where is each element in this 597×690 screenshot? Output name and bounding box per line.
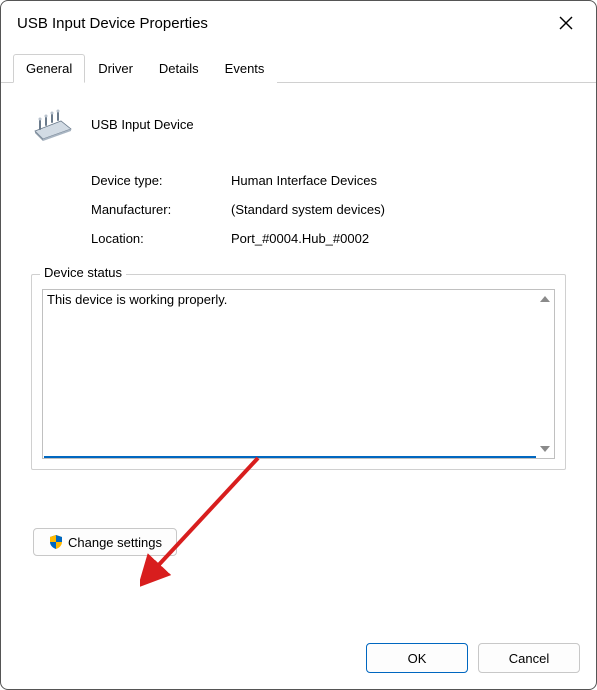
change-settings-row: Change settings xyxy=(27,528,570,556)
scroll-up-icon[interactable] xyxy=(537,291,553,307)
device-name: USB Input Device xyxy=(91,117,194,132)
shield-icon xyxy=(48,534,64,550)
dialog-footer: OK Cancel xyxy=(1,631,596,689)
manufacturer-value: (Standard system devices) xyxy=(231,202,570,217)
cancel-button[interactable]: Cancel xyxy=(478,643,580,673)
device-status-group: Device status This device is working pro… xyxy=(31,274,566,470)
device-status-textbox[interactable]: This device is working properly. xyxy=(42,289,555,459)
tab-events[interactable]: Events xyxy=(212,54,278,83)
window-title: USB Input Device Properties xyxy=(17,15,208,32)
cancel-label: Cancel xyxy=(509,651,549,666)
tab-general[interactable]: General xyxy=(13,54,85,83)
scroll-down-icon[interactable] xyxy=(537,441,553,457)
change-settings-label: Change settings xyxy=(68,535,162,550)
tabstrip: General Driver Details Events xyxy=(1,53,596,83)
close-icon xyxy=(559,16,573,30)
device-type-label: Device type: xyxy=(91,173,231,188)
location-value: Port_#0004.Hub_#0002 xyxy=(231,231,570,246)
close-button[interactable] xyxy=(550,9,582,37)
device-status-text: This device is working properly. xyxy=(47,292,534,309)
device-type-value: Human Interface Devices xyxy=(231,173,570,188)
ok-label: OK xyxy=(408,651,427,666)
manufacturer-label: Manufacturer: xyxy=(91,202,231,217)
properties-dialog: USB Input Device Properties General Driv… xyxy=(0,0,597,690)
titlebar: USB Input Device Properties xyxy=(1,1,596,43)
tab-details[interactable]: Details xyxy=(146,54,212,83)
tab-page-general: USB Input Device Device type: Human Inte… xyxy=(1,83,596,631)
device-properties: Device type: Human Interface Devices Man… xyxy=(27,173,570,246)
change-settings-button[interactable]: Change settings xyxy=(33,528,177,556)
device-header: USB Input Device xyxy=(27,107,570,141)
usb-device-icon xyxy=(33,107,73,141)
ok-button[interactable]: OK xyxy=(366,643,468,673)
tab-driver[interactable]: Driver xyxy=(85,54,146,83)
location-label: Location: xyxy=(91,231,231,246)
device-status-legend: Device status xyxy=(40,265,126,280)
